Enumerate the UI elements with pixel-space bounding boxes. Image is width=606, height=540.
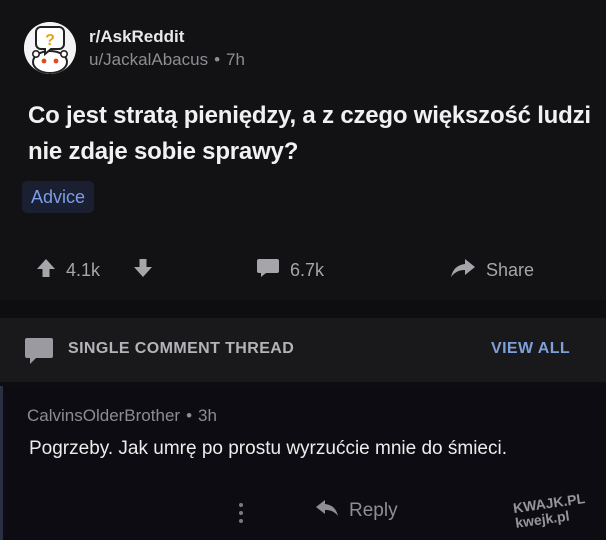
comment-age: 3h [198,406,217,425]
post-title[interactable]: Co jest stratą pieniędzy, a z czego więk… [28,98,598,170]
comment-meta: CalvinsOlderBrother • 3h [27,406,217,426]
comment-count: 6.7k [290,259,325,280]
post-actions: 4.1k 6.7k Share [0,250,606,290]
upvote-icon[interactable] [36,257,56,284]
more-options-icon[interactable] [237,502,245,529]
reply-arrow-icon [315,498,339,524]
reply-button[interactable]: Reply [315,498,398,524]
thread-bubble-icon [24,336,54,371]
thread-label: SINGLE COMMENT THREAD [68,340,295,357]
post-meta: u/JackalAbacus • 7h [89,50,245,70]
reply-label: Reply [349,500,398,521]
downvote-button[interactable] [133,250,153,290]
meta-separator: • [214,50,221,69]
share-label: Share [486,259,535,280]
comment-bubble-icon [256,257,280,284]
downvote-icon[interactable] [133,257,153,284]
view-all-link[interactable]: VIEW ALL [491,340,570,358]
post-card: ? r/AskReddit u/JackalAbacus • 7h Co jest … [0,0,606,300]
subreddit-name[interactable]: r/AskReddit [89,27,184,47]
snoo-question-icon: ? [24,22,76,74]
post-age: 7h [226,50,245,69]
share-button[interactable]: Share [450,250,534,290]
share-arrow-icon [450,257,476,284]
subreddit-avatar[interactable]: ? [24,22,76,74]
vote-count: 4.1k [66,259,101,280]
post-flair[interactable]: Advice [22,181,95,213]
comments-button[interactable]: 6.7k [256,250,324,290]
comment-body: Pogrzeby. Jak umrę po prostu wyrzućcie m… [29,438,507,459]
comment-meta-separator: • [186,406,193,425]
single-comment-thread-bar: SINGLE COMMENT THREAD VIEW ALL [0,318,606,382]
post-author[interactable]: u/JackalAbacus [89,50,208,69]
comment-author[interactable]: CalvinsOlderBrother [27,406,180,425]
upvote-group: 4.1k [36,250,100,290]
avatar-question-mark: ? [45,32,55,49]
